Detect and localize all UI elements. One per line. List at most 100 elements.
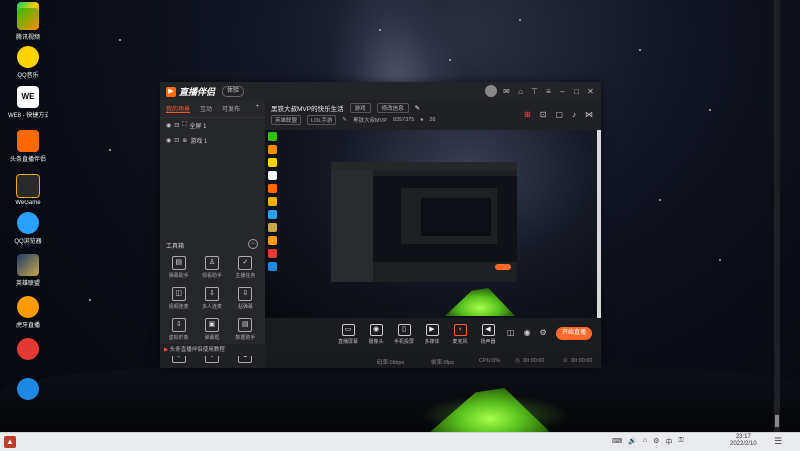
logo-text: 直播伴侣 xyxy=(179,87,216,97)
tool-video-link[interactable]: ◫ 视频连麦 xyxy=(162,287,195,310)
desktop-icon[interactable]: 虎牙直播 xyxy=(8,296,48,329)
network-icon[interactable]: ⌂ xyxy=(643,437,647,447)
desktop-icon[interactable]: 腾讯视频 xyxy=(8,8,48,41)
tutorial-link[interactable]: ▶ 头条直播伴侣使用教程 xyxy=(160,344,265,356)
data-icon: ▤ xyxy=(238,318,253,332)
tab-interaction[interactable]: 互动 xyxy=(200,104,212,113)
settings-icon[interactable]: ⚙ xyxy=(540,328,547,337)
desktop-icon[interactable]: WeGame xyxy=(8,174,48,206)
game-chip[interactable]: 游戏 xyxy=(349,103,371,113)
lock-icon[interactable]: ⊡ xyxy=(174,122,179,129)
app-logo: ▶ 直播伴侣 xyxy=(166,86,215,97)
gift-icon[interactable]: ⊞ xyxy=(524,110,531,119)
clock-date: 2022/2/10 xyxy=(730,441,757,447)
minimize-icon[interactable]: – xyxy=(558,87,567,96)
desktop-icon[interactable]: WE WE8 - 快捷方式 xyxy=(8,86,48,119)
title-bar: ▶ 直播伴侣 体验 ✉ ⌂ ⊤ ≡ – □ ✕ xyxy=(160,82,601,101)
scene-item[interactable]: ◉ ⊡ ⊕ 游戏 1 xyxy=(160,133,265,148)
settings-icon[interactable]: ⚙ xyxy=(653,437,659,447)
security-icon[interactable]: ⚿ xyxy=(678,437,683,447)
huya-icon xyxy=(17,296,39,318)
tool-label: 弹幕助手 xyxy=(168,273,189,279)
scene-label: 全屏 1 xyxy=(189,124,207,130)
source-control-bar: ▭ 直播屏幕 ◉ 摄像头 ▯ 手机投屏 ▶ 多媒体 ◖ 麦克风 ◀ 扬声器 ◫ ◉ ⚙ 开始… xyxy=(265,318,601,354)
eye-icon[interactable]: ◉ xyxy=(166,122,171,129)
share-icon[interactable]: ⋈ xyxy=(585,110,593,119)
tool-data-helper[interactable]: ▤ 数据助手 xyxy=(229,318,262,341)
desktop-icon[interactable] xyxy=(8,338,48,360)
start-icon[interactable]: ▲ xyxy=(4,436,16,448)
edit-icon[interactable]: ✎ xyxy=(415,104,420,112)
tab-publish[interactable]: 可发布 xyxy=(222,104,240,113)
volume-icon[interactable]: 🔊 xyxy=(628,437,637,447)
tencent-video-icon xyxy=(17,8,39,30)
extra-controls: ◫ ◉ ⚙ xyxy=(507,328,547,337)
clock-icon: ◷ xyxy=(515,358,520,364)
tool-label: 观看助手 xyxy=(201,273,222,279)
preview-scrollbar[interactable] xyxy=(597,130,601,318)
status-bar: 码率:0kbps 帧率:0fps CPU:0% ◷ 00:00:00 ⊙ 00:… xyxy=(265,354,601,368)
edit-icon[interactable]: ✎ xyxy=(342,117,347,123)
desktop-icon[interactable]: QQ浏览器 xyxy=(8,212,48,245)
tab-my-scenes[interactable]: 我的场景 xyxy=(166,104,191,113)
toolbox-collapse-icon[interactable]: − xyxy=(248,239,258,249)
tool-viewer-helper[interactable]: ♙ 观看助手 xyxy=(195,256,228,279)
edit-info-button[interactable]: 修改信息 xyxy=(376,103,409,113)
notification-icon[interactable]: ☰ xyxy=(772,436,784,448)
menu-icon[interactable]: ≡ xyxy=(544,87,553,96)
tool-barrage-helper[interactable]: ▤ 弹幕助手 xyxy=(162,256,195,279)
tool-barrage-box[interactable]: ▣ 弹幕框 xyxy=(195,318,228,341)
shirt-icon[interactable]: ⊤ xyxy=(530,87,539,96)
record-duration: 00:00:00 xyxy=(571,358,593,364)
stream-meta-row: 英雄联盟 LOL手游 ✎ 黑铁大叔MVP 8357375 ♠ 28 xyxy=(271,115,435,125)
system-tray: ⌨ 🔊 ⌂ ⚙ 中 ⚿ xyxy=(612,437,684,447)
live-companion-window: ▶ 直播伴侣 体验 ✉ ⌂ ⊤ ≡ – □ ✕ 我的场景 互动 可发布 + ◉ … xyxy=(160,82,601,368)
desktop-icon[interactable]: 英雄联盟 xyxy=(8,254,48,287)
tool-label: 虚拟形象 xyxy=(168,335,189,341)
close-icon[interactable]: ✕ xyxy=(586,87,595,96)
start-live-button[interactable]: 开始直播 xyxy=(556,327,592,340)
microphone-icon: ◖ xyxy=(453,324,467,336)
desktop-icon[interactable] xyxy=(8,378,48,400)
camera-icon: ◉ xyxy=(369,324,383,336)
tool-stick-barrage[interactable]: ⇩ 贴弹幕 xyxy=(229,287,262,310)
bell-icon[interactable]: ♪ xyxy=(572,110,576,119)
tool-label: 主播任务 xyxy=(235,273,256,279)
desktop-icon[interactable]: QQ音乐 xyxy=(8,46,48,79)
desktop-icon-label: QQ音乐 xyxy=(17,73,39,79)
scene-label: 游戏 1 xyxy=(190,139,208,145)
category-chip[interactable]: 英雄联盟 xyxy=(271,115,302,125)
gift-icon[interactable]: ⌂ xyxy=(516,87,525,96)
keyboard-icon[interactable]: ⌨ xyxy=(612,437,622,447)
download-icon: ⇩ xyxy=(238,287,253,301)
tool-avatar[interactable]: ⇩ 虚拟形象 xyxy=(162,318,195,341)
lock-icon[interactable]: ⊡ xyxy=(174,137,179,144)
avatar[interactable] xyxy=(485,85,497,97)
lock-icon[interactable]: ⊡ xyxy=(540,110,547,119)
desktop-icon-label: 虎牙直播 xyxy=(15,323,40,329)
ime-icon[interactable]: 中 xyxy=(665,437,672,447)
scene-item[interactable]: ◉ ⊡ ⛶ 全屏 1 xyxy=(160,118,265,133)
nested-preview-window xyxy=(331,162,517,282)
person-icon: ♙ xyxy=(204,256,219,270)
red-app-icon xyxy=(17,338,39,360)
eye-icon[interactable]: ◉ xyxy=(524,328,531,337)
tool-multi-link[interactable]: ⇩ 多人连麦 xyxy=(195,287,228,310)
message-icon[interactable]: ▢ xyxy=(555,110,563,119)
maximize-icon[interactable]: □ xyxy=(572,87,581,96)
tool-host-task[interactable]: ✓ 主播任务 xyxy=(229,256,262,279)
scrollbar-thumb[interactable] xyxy=(775,415,779,427)
eye-icon[interactable]: ◉ xyxy=(166,137,171,144)
desktop-scrollbar[interactable] xyxy=(774,0,780,432)
version-pill[interactable]: 体验 xyxy=(222,86,245,97)
taskbar-clock[interactable]: 23:17 2022/2/10 xyxy=(730,434,757,448)
speaker-button[interactable]: ◀ 扬声器 xyxy=(471,324,505,345)
tool-label: 数据助手 xyxy=(235,335,256,341)
stream-preview[interactable] xyxy=(265,130,601,318)
desktop-icon[interactable]: 头条直播伴侣 xyxy=(8,130,48,163)
add-tab-button[interactable]: + xyxy=(255,104,259,113)
mail-icon[interactable]: ✉ xyxy=(502,87,511,96)
record-icon[interactable]: ◫ xyxy=(507,328,515,337)
subcategory-chip[interactable]: LOL手游 xyxy=(307,115,337,125)
live-duration: 00:00:00 xyxy=(523,358,545,364)
